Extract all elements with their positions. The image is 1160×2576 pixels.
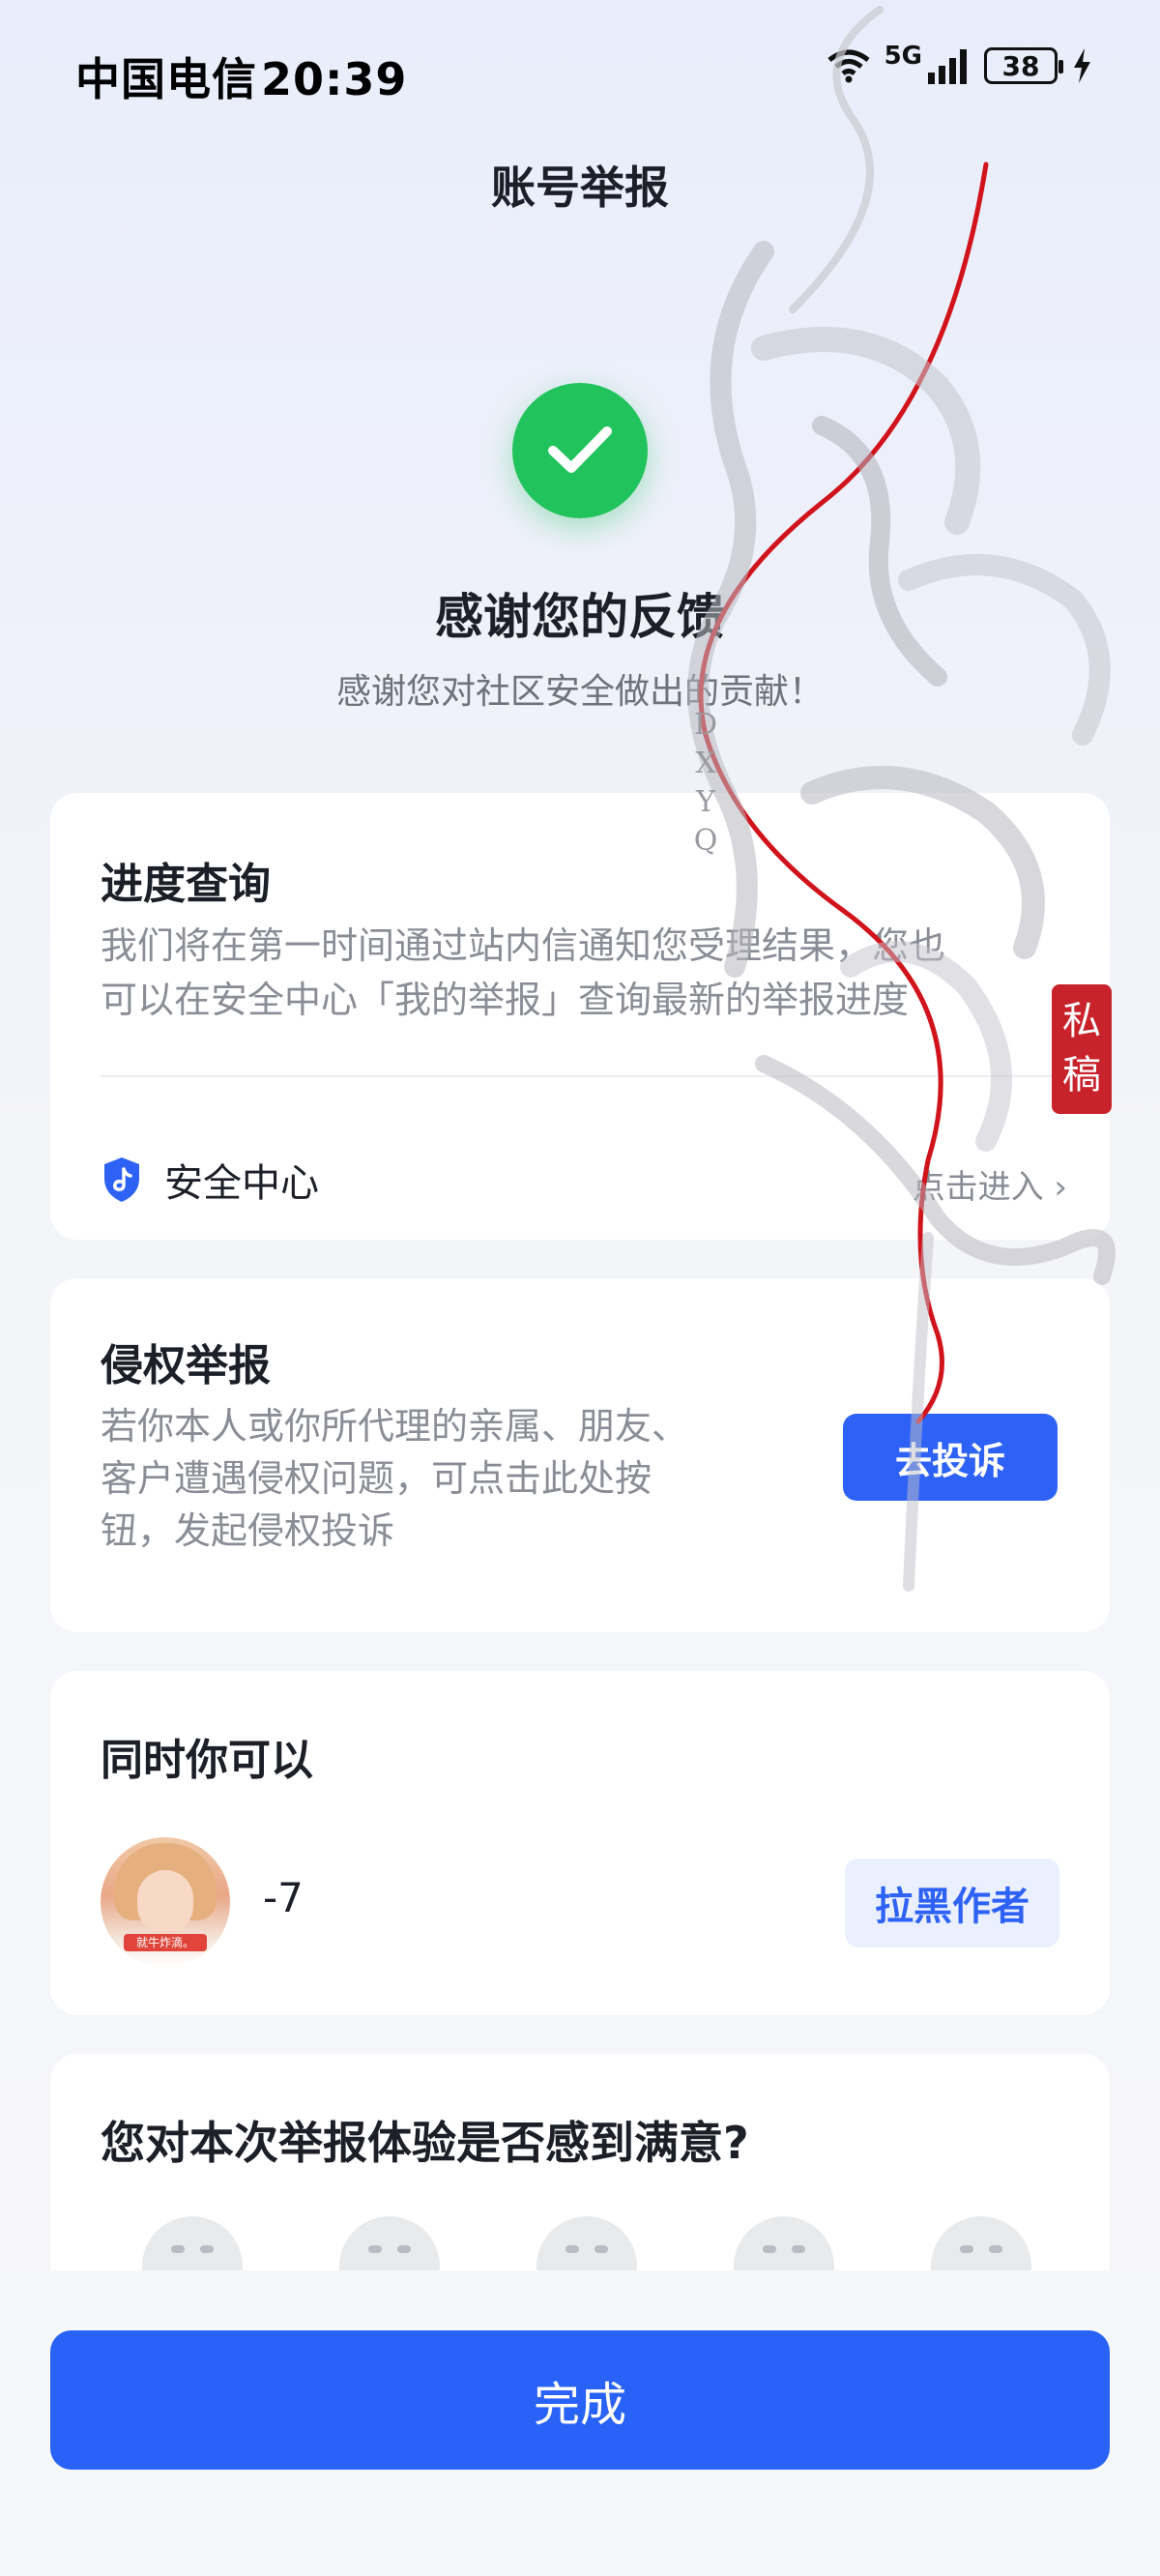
check-circle-icon [512,383,648,518]
status-bar: 中国电信20:39 5G 38 [0,0,1160,145]
progress-query-description: 我们将在第一时间通过站内信通知您受理结果，您也 可以在安全中心「我的举报」查询最… [101,919,945,1027]
security-center-entry[interactable]: 安全中心 点击进入 › [101,1122,1067,1238]
additional-actions-card: 同时你可以 就牛炸滴。 -7 拉黑作者 [50,1671,1110,2015]
charging-icon [1074,48,1090,83]
seal-char-2: 稿 [1062,1053,1101,1098]
watermark-letter-q: Q [693,824,718,858]
battery-icon: 38 [984,47,1063,84]
avatar[interactable]: 就牛炸滴。 [101,1837,230,1967]
watermark-letter-x: X [695,746,716,780]
watermark-letters: D X Y Q [686,706,725,861]
watermark-letter-y: Y [696,785,715,819]
chevron-right-icon: › [1054,1168,1067,1207]
seal-char-1: 私 [1062,999,1101,1043]
status-right: 5G 38 [826,42,1092,85]
progress-desc-line-1: 我们将在第一时间通过站内信通知您受理结果，您也 [101,924,946,967]
card-divider [101,1075,1067,1077]
author-name[interactable]: -7 [263,1874,304,1921]
file-complaint-button[interactable]: 去投诉 [843,1414,1058,1501]
block-author-button[interactable]: 拉黑作者 [845,1859,1059,1947]
watermark-letter-d: D [693,708,718,742]
signal-icon [928,49,967,84]
network-type-label: 5G [884,42,922,71]
rights-desc-line-1: 若你本人或你所代理的亲属、朋友、 [101,1405,689,1448]
status-left: 中国电信20:39 [75,44,411,108]
infringement-report-card: 侵权举报 若你本人或你所代理的亲属、朋友、 客户遭遇侵权问题，可点击此处按 钮，… [50,1278,1110,1632]
additional-actions-title: 同时你可以 [101,1736,313,1785]
report-result-page: 中国电信20:39 5G 38 账号举报 感谢您的反馈 感谢您对社区安全做出的贡… [0,0,1160,2576]
rights-desc-line-2: 客户遭遇侵权问题，可点击此处按 [101,1457,652,1500]
progress-query-title: 进度查询 [101,860,271,909]
rights-desc-line-3: 钮，发起侵权投诉 [101,1509,395,1552]
security-center-label: 安全中心 [164,1161,319,1206]
enter-link-label: 点击进入 [912,1168,1044,1207]
red-seal-stamp: 私 稿 [1052,984,1112,1114]
shield-icon [104,1157,139,1202]
infringement-report-title: 侵权举报 [101,1341,271,1390]
wifi-icon [827,49,870,83]
feedback-thanks-title: 感谢您的反馈 [435,589,725,645]
progress-desc-line-2: 可以在安全中心「我的举报」查询最新的举报进度 [101,979,910,1021]
page-title: 账号举报 [491,161,669,214]
avatar-face [137,1870,193,1934]
clock: 20:39 [261,53,408,105]
checkmark-icon [548,426,612,473]
progress-query-card: 进度查询 我们将在第一时间通过站内信通知您受理结果，您也 可以在安全中心「我的举… [50,793,1110,1240]
infringement-report-description: 若你本人或你所代理的亲属、朋友、 客户遭遇侵权问题，可点击此处按 钮，发起侵权投… [101,1400,688,1557]
carrier-label: 中国电信 [75,53,257,105]
enter-link[interactable]: 点击进入 › [913,1160,1067,1208]
avatar-tag: 就牛炸滴。 [124,1934,207,1951]
feedback-thanks-subtitle: 感谢您对社区安全做出的贡献！ [335,672,824,712]
battery-level: 38 [1001,49,1040,82]
done-button[interactable]: 完成 [50,2330,1110,2470]
survey-question: 您对本次举报体验是否感到满意? [101,2117,749,2169]
